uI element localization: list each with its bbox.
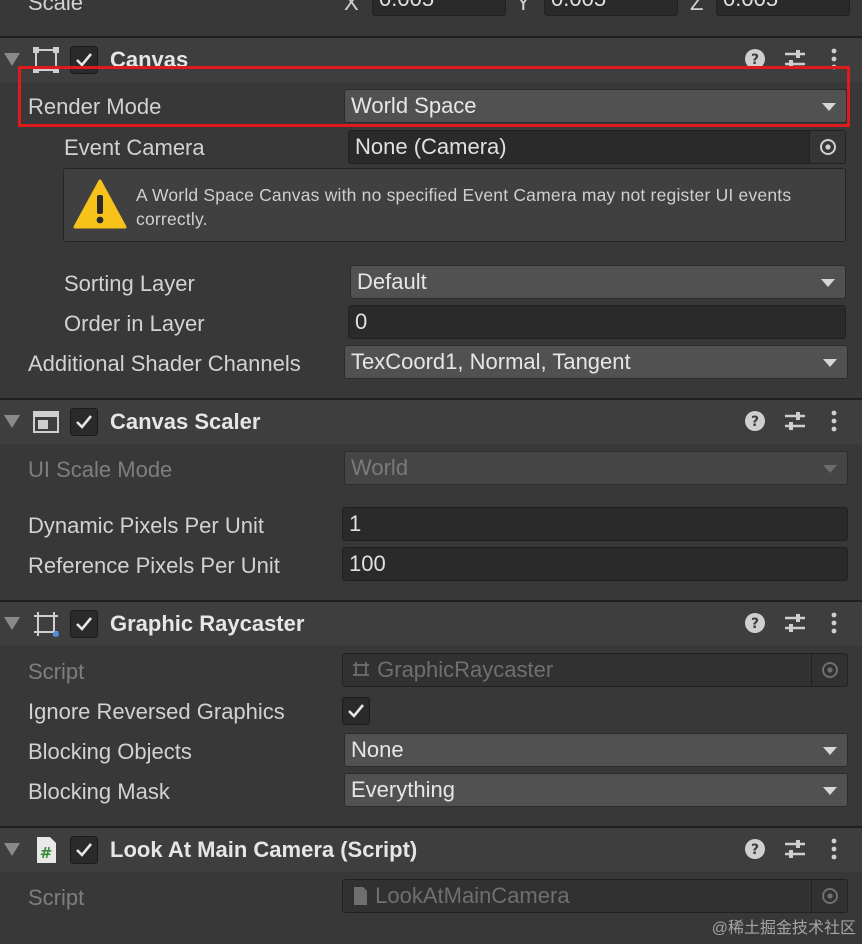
sorting-layer-dropdown[interactable]: Default: [350, 265, 846, 299]
look-at-script-field: LookAtMainCamera: [342, 879, 848, 913]
foldout-arrow-icon[interactable]: [4, 53, 20, 66]
event-camera-label: Event Camera: [64, 135, 205, 160]
event-camera-field[interactable]: None (Camera): [348, 130, 846, 164]
warning-helpbox: A World Space Canvas with no specified E…: [63, 168, 846, 242]
help-icon[interactable]: ?: [742, 610, 768, 636]
chevron-down-icon: [821, 279, 835, 287]
ignore-reversed-label: Ignore Reversed Graphics: [28, 699, 285, 724]
order-in-layer-field[interactable]: 0: [348, 305, 846, 339]
render-mode-highlight: [18, 66, 850, 127]
canvas-scaler-icon: [32, 408, 60, 436]
ui-scale-mode-dropdown: World: [344, 451, 848, 485]
look-at-enabled-checkbox[interactable]: [70, 836, 98, 864]
shader-channels-dropdown[interactable]: TexCoord1, Normal, Tangent: [344, 345, 848, 379]
canvas-scaler-header[interactable]: Canvas Scaler ?: [0, 400, 862, 444]
chevron-down-icon: [823, 787, 837, 795]
blocking-mask-dropdown[interactable]: Everything: [344, 773, 848, 807]
presets-icon[interactable]: [782, 610, 808, 636]
reference-ppu-field[interactable]: 100: [342, 547, 848, 581]
dynamic-ppu-label: Dynamic Pixels Per Unit: [28, 513, 264, 538]
scale-z-field[interactable]: 0.005: [716, 0, 850, 16]
graphic-raycaster-enabled-checkbox[interactable]: [70, 610, 98, 638]
raycaster-script-value: GraphicRaycaster: [377, 657, 554, 682]
dynamic-ppu-field[interactable]: 1: [342, 507, 848, 541]
scale-z-label: Z: [690, 0, 704, 15]
help-icon[interactable]: ?: [742, 836, 768, 862]
blocking-mask-value: Everything: [351, 777, 455, 802]
scale-label: Scale: [28, 0, 84, 15]
warning-icon: [72, 177, 128, 239]
svg-text:#: #: [40, 844, 53, 862]
foldout-arrow-icon[interactable]: [4, 415, 20, 428]
svg-text:?: ?: [751, 616, 759, 632]
graphic-raycaster-title: Graphic Raycaster: [110, 611, 305, 636]
script-file-icon: [354, 887, 367, 905]
foldout-arrow-icon[interactable]: [4, 843, 20, 856]
chevron-down-icon: [823, 747, 837, 755]
blocking-objects-label: Blocking Objects: [28, 739, 192, 764]
csharp-script-icon: #: [32, 836, 60, 864]
scale-y-label: Y: [516, 0, 531, 15]
graphic-raycaster-header[interactable]: Graphic Raycaster ?: [0, 602, 862, 646]
more-options-icon[interactable]: [824, 408, 850, 434]
presets-icon[interactable]: [782, 408, 808, 434]
ui-scale-mode-value: World: [351, 455, 409, 480]
canvas-scaler-title: Canvas Scaler: [110, 409, 261, 434]
scale-y-field[interactable]: 0.005: [544, 0, 678, 16]
shader-channels-label: Additional Shader Channels: [28, 351, 301, 376]
look-at-header[interactable]: # Look At Main Camera (Script) ?: [0, 828, 862, 872]
script-icon: [353, 662, 369, 676]
ui-scale-mode-label: UI Scale Mode: [28, 457, 173, 482]
ignore-reversed-checkbox[interactable]: [342, 697, 370, 725]
look-at-script-label: Script: [28, 885, 85, 910]
scale-x-label: X: [344, 0, 359, 15]
more-options-icon[interactable]: [824, 836, 850, 862]
link-icon[interactable]: [298, 0, 326, 10]
shader-channels-value: TexCoord1, Normal, Tangent: [351, 349, 631, 374]
warning-message: A World Space Canvas with no specified E…: [136, 185, 792, 229]
sorting-layer-label: Sorting Layer: [64, 271, 195, 296]
foldout-arrow-icon[interactable]: [4, 617, 20, 630]
scale-x-field[interactable]: 0.005: [372, 0, 506, 16]
blocking-mask-label: Blocking Mask: [28, 779, 170, 804]
more-options-icon[interactable]: [824, 610, 850, 636]
order-in-layer-label: Order in Layer: [64, 311, 205, 336]
presets-icon[interactable]: [782, 836, 808, 862]
event-camera-value: None (Camera): [355, 134, 507, 159]
chevron-down-icon: [823, 359, 837, 367]
chevron-down-icon: [823, 465, 837, 473]
help-icon[interactable]: ?: [742, 408, 768, 434]
svg-text:?: ?: [751, 414, 759, 430]
object-picker-icon[interactable]: [809, 131, 845, 163]
object-picker-icon: [811, 654, 847, 686]
look-at-title: Look At Main Camera (Script): [110, 837, 418, 862]
object-picker-icon: [811, 880, 847, 912]
raycaster-script-label: Script: [28, 659, 85, 684]
blocking-objects-value: None: [351, 737, 404, 762]
blocking-objects-dropdown[interactable]: None: [344, 733, 848, 767]
raycaster-script-field: GraphicRaycaster: [342, 653, 848, 687]
watermark: @稀土掘金技术社区: [711, 920, 856, 937]
look-at-script-value: LookAtMainCamera: [375, 883, 570, 908]
svg-text:?: ?: [751, 842, 759, 858]
sorting-layer-value: Default: [357, 269, 427, 294]
raycaster-icon: [32, 610, 60, 638]
reference-ppu-label: Reference Pixels Per Unit: [28, 553, 280, 578]
canvas-scaler-enabled-checkbox[interactable]: [70, 408, 98, 436]
